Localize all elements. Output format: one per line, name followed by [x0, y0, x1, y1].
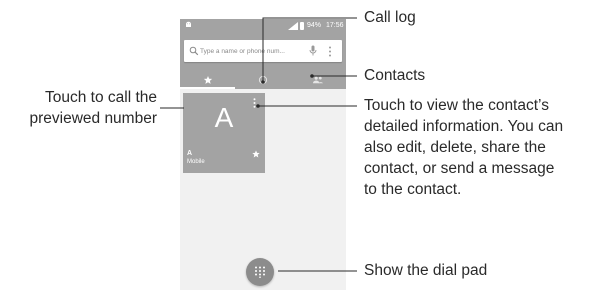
tab-bar [180, 71, 346, 89]
signal-icon [288, 22, 298, 30]
star-icon [203, 75, 212, 84]
contacts-label: Contacts [364, 67, 426, 84]
clock-icon [258, 75, 267, 85]
active-tab-indicator [180, 87, 235, 89]
dialpad-icon [255, 266, 265, 278]
touch-call-line-1: Touch to call the [44, 89, 157, 106]
tab-contacts[interactable] [290, 71, 345, 89]
android-notification-icon [186, 21, 191, 27]
dial-pad-button[interactable] [246, 258, 274, 286]
people-icon [312, 76, 323, 84]
battery-percent: 94% [307, 22, 322, 29]
touch-call-line-2: previewed number [29, 110, 157, 127]
favorite-star-icon [252, 150, 260, 158]
contact-info-line-5: to the contact. [364, 181, 462, 198]
contact-info-label: Touch to view the contact’s detailed inf… [364, 95, 563, 200]
app-bar [180, 33, 346, 89]
dial-pad-label: Show the dial pad [364, 262, 488, 279]
tab-favorites[interactable] [180, 71, 235, 89]
mic-icon[interactable] [309, 45, 317, 57]
contact-name: A [187, 150, 193, 157]
status-bar: 94% 17:56 [180, 19, 346, 33]
more-options-icon[interactable] [328, 46, 332, 57]
contact-info-line-2: detailed information. You can [364, 118, 564, 135]
phone-screen: 94% 17:56 Type a name or phone num... A … [180, 19, 346, 290]
contact-card[interactable]: A A Mobile [183, 93, 265, 173]
battery-icon [300, 22, 304, 30]
contact-info-line-3: also edit, delete, share the [364, 139, 546, 156]
search-input[interactable] [200, 44, 308, 58]
call-log-label: Call log [364, 9, 416, 26]
contact-details-icon[interactable] [253, 98, 256, 108]
status-time: 17:56 [326, 22, 344, 29]
contact-number-type: Mobile [187, 159, 205, 165]
search-box[interactable] [184, 40, 342, 62]
search-icon [189, 46, 199, 56]
touch-call-label: Touch to call the previewed number [0, 87, 157, 129]
tab-call-log[interactable] [235, 71, 290, 89]
contact-info-line-4: contact, or send a message [364, 160, 555, 177]
contact-info-line-1: Touch to view the contact’s [364, 97, 549, 114]
